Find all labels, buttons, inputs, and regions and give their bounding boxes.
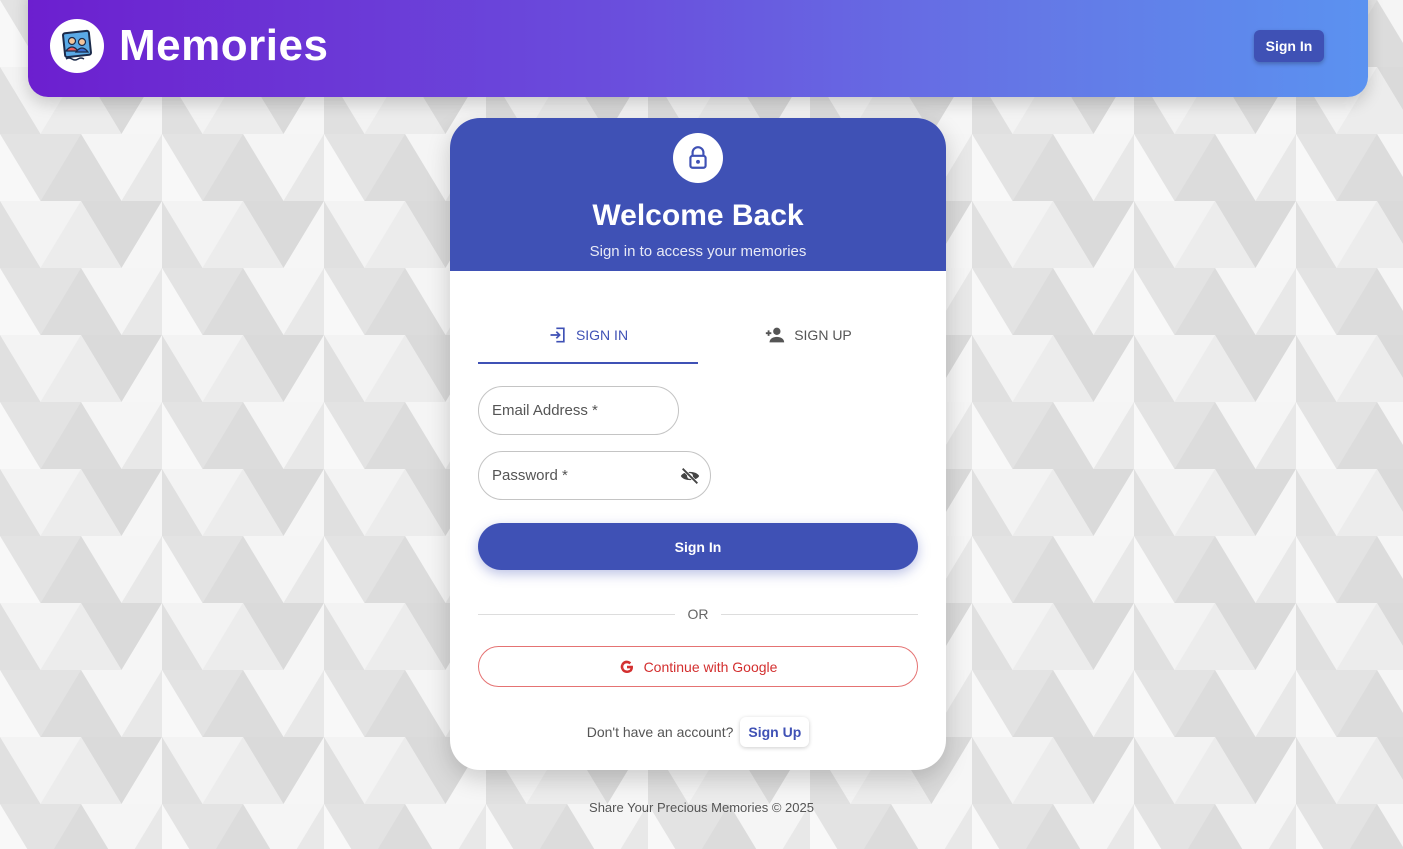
tab-sign-up-label: SIGN UP (794, 327, 852, 343)
tab-sign-in[interactable]: SIGN IN (478, 306, 698, 364)
password-field[interactable]: Password * (478, 451, 711, 500)
divider-left (478, 614, 675, 615)
email-field[interactable]: Email Address * (478, 386, 679, 435)
eye-off-icon (680, 467, 700, 485)
photo-frame-icon (62, 29, 92, 61)
toggle-password-visibility[interactable] (678, 464, 702, 488)
google-signin-label: Continue with Google (643, 658, 778, 675)
divider-right (721, 614, 918, 615)
tab-sign-up[interactable]: SIGN UP (698, 306, 918, 364)
login-icon (550, 327, 565, 343)
app-header: Memories Sign In (28, 0, 1368, 97)
lock-icon (689, 146, 707, 169)
brand-title[interactable]: Memories (119, 20, 328, 72)
sign-in-button[interactable]: Sign In (478, 523, 918, 570)
card-subtitle: Sign in to access your memories (589, 243, 807, 260)
password-field-label: Password * (492, 467, 568, 484)
header-signin-button[interactable]: Sign In (1254, 30, 1324, 62)
signup-link[interactable]: Sign Up (740, 717, 810, 747)
logo[interactable] (50, 19, 104, 73)
card-header: Welcome Back Sign in to access your memo… (450, 118, 946, 271)
email-field-label: Email Address * (492, 402, 598, 419)
auth-card: Welcome Back Sign in to access your memo… (450, 118, 946, 770)
signup-prompt: Don't have an account? Sign Up (450, 716, 946, 748)
page-footer: Share Your Precious Memories © 2025 (589, 800, 814, 815)
tab-sign-in-label: SIGN IN (575, 327, 629, 343)
google-icon (620, 660, 633, 673)
card-title: Welcome Back (592, 199, 804, 232)
google-signin-button[interactable]: Continue with Google (478, 646, 918, 687)
active-tab-indicator (478, 362, 698, 364)
lock-badge (673, 133, 723, 183)
account-prompt-text: Don't have an account? (586, 724, 734, 740)
person-add-icon (766, 327, 785, 343)
divider-or: OR (687, 606, 709, 622)
